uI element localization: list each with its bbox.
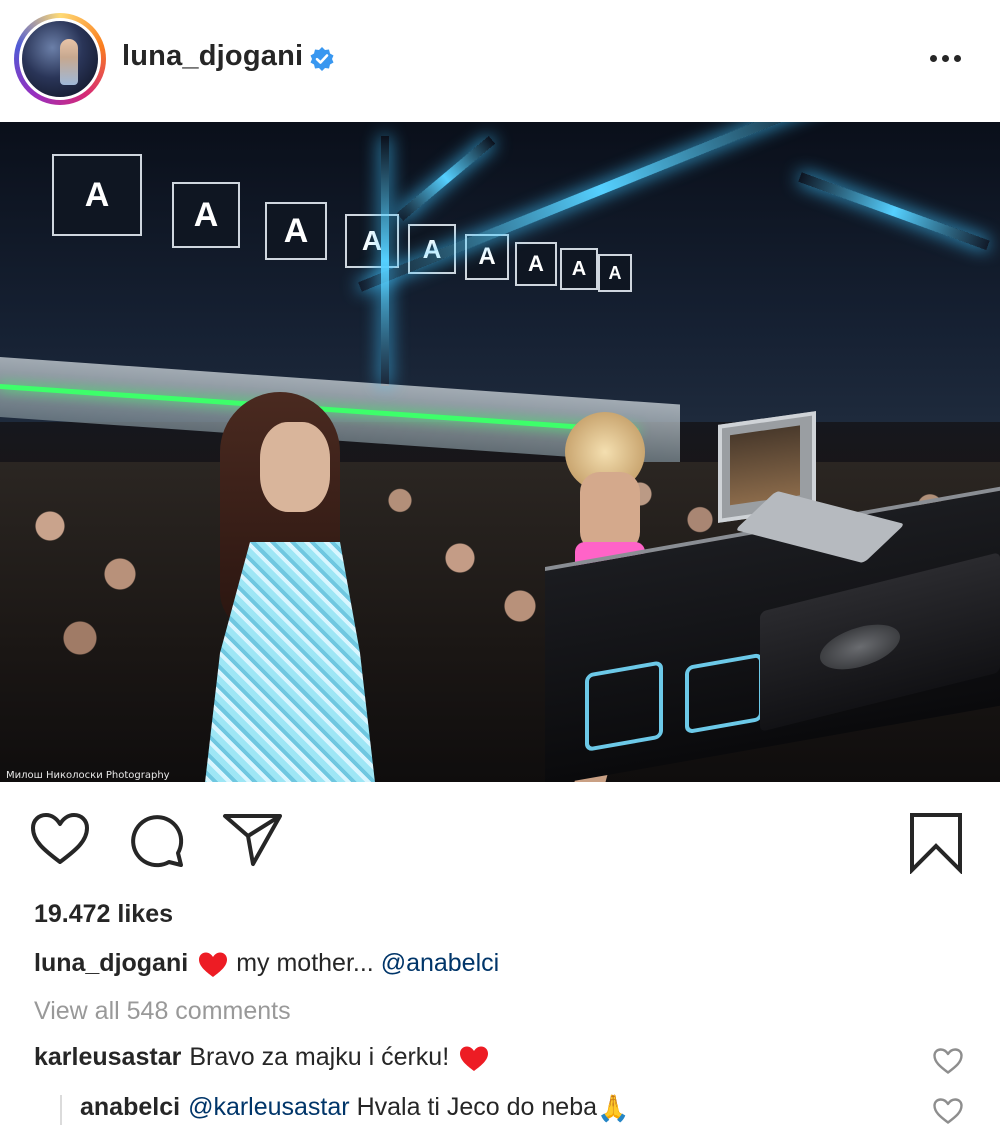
comment-username[interactable]: anabelci — [80, 1093, 180, 1122]
comment-like-heart-icon[interactable] — [932, 1047, 964, 1080]
avatar[interactable] — [19, 18, 101, 100]
avatar-banner: A — [515, 242, 557, 286]
bookmark-icon[interactable] — [908, 812, 964, 874]
comment-text: Bravo za majku i ćerku! — [189, 1043, 450, 1071]
post-header: luna_djogani — [0, 0, 1000, 120]
post-caption: luna_djogani my mother... @anabelci — [34, 949, 499, 978]
post-image[interactable]: A A A A A A A A A Милош Николоски Photog… — [0, 122, 1000, 782]
comment-item: anabelci @karleusastar Hvala ti Jeco do … — [80, 1093, 629, 1122]
caption-username[interactable]: luna_djogani — [34, 949, 188, 978]
avatar-banner: A — [345, 214, 399, 268]
comment-like-heart-icon[interactable] — [932, 1097, 964, 1130]
folded-hands-emoji: 🙏 — [597, 1092, 630, 1123]
paper-plane-icon[interactable] — [222, 812, 284, 868]
comment-text: Hvala ti Jeco do neba — [356, 1093, 598, 1121]
caption-mention[interactable]: @anabelci — [381, 949, 500, 978]
more-options-icon[interactable] — [920, 40, 970, 76]
comment-item: karleusastar Bravo za majku i ćerku! — [34, 1043, 497, 1072]
heart-outline-icon[interactable] — [30, 812, 90, 866]
avatar-banner: A — [598, 254, 632, 292]
avatar-banner: A — [172, 182, 240, 248]
action-bar — [0, 790, 1000, 890]
avatar-banner: A — [52, 154, 142, 236]
post-username[interactable]: luna_djogani — [122, 40, 303, 73]
comment-mention[interactable]: @karleusastar — [188, 1093, 350, 1122]
reply-indent-line — [60, 1095, 62, 1125]
avatar-banner: A — [560, 248, 598, 290]
red-heart-emoji — [459, 1045, 489, 1073]
photo-credit: Милош Николоски Photography — [6, 770, 170, 781]
caption-text: my mother... — [236, 949, 374, 977]
red-heart-emoji — [198, 951, 228, 979]
avatar-banner: A — [265, 202, 327, 260]
comment-bubble-icon[interactable] — [128, 812, 186, 868]
singer-figure — [150, 392, 420, 782]
likes-count[interactable]: 19.472 likes — [34, 900, 173, 929]
comment-username[interactable]: karleusastar — [34, 1043, 181, 1072]
verified-badge-icon — [309, 46, 335, 72]
view-all-comments-link[interactable]: View all 548 comments — [34, 997, 291, 1026]
